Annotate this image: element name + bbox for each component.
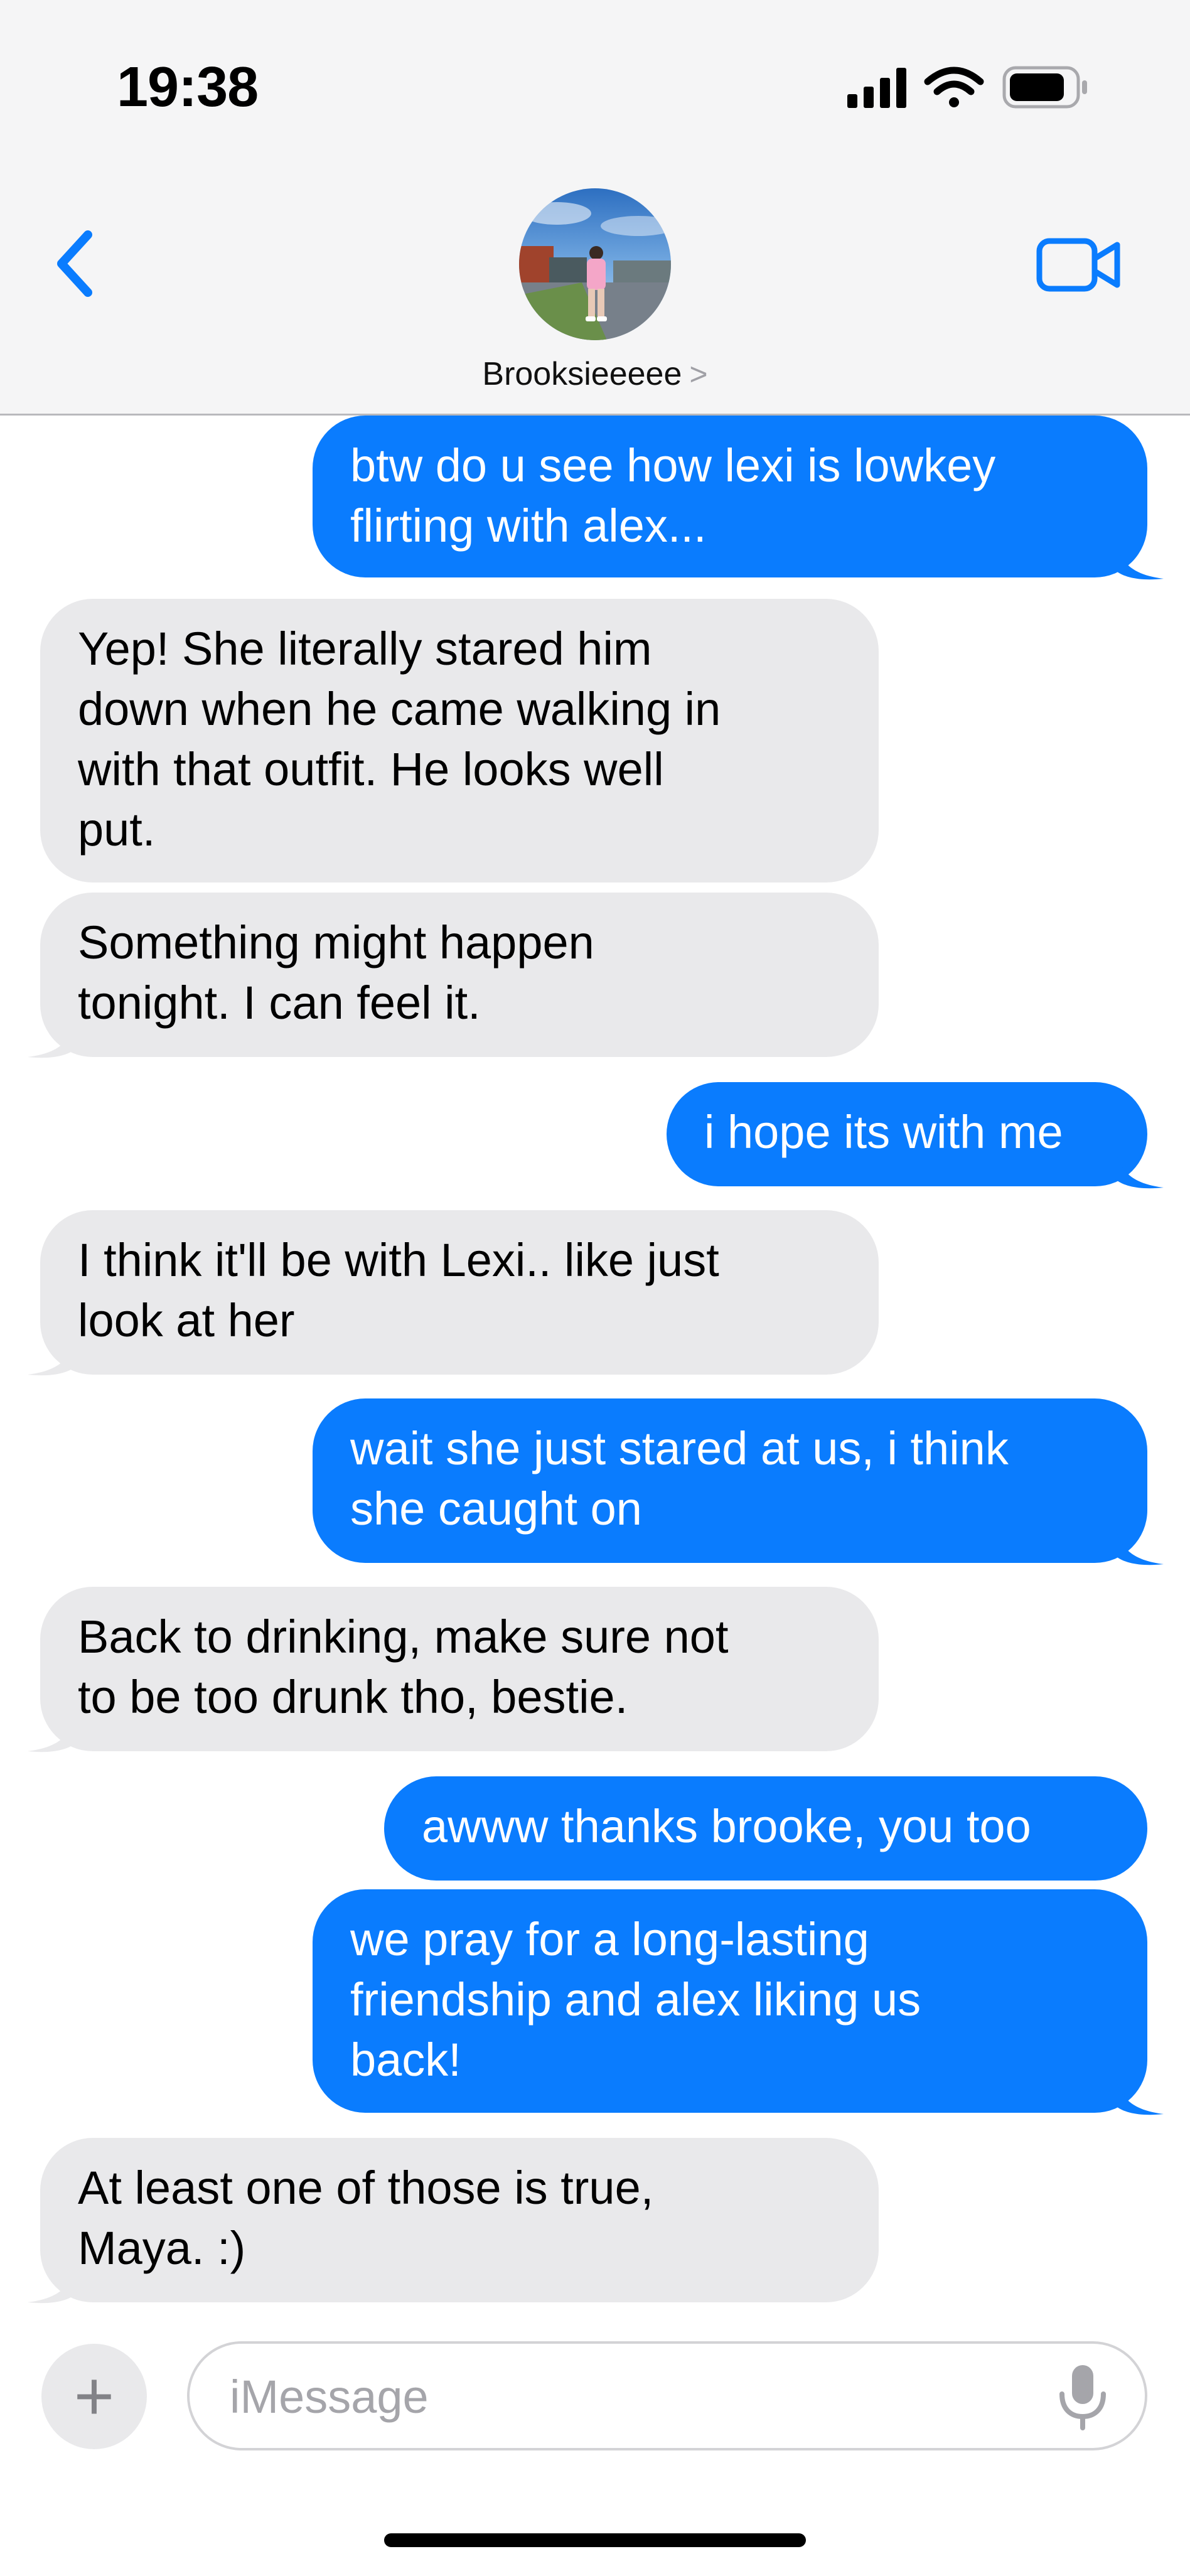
microphone-icon[interactable]: [1054, 2363, 1111, 2432]
back-button[interactable]: [44, 226, 107, 301]
video-camera-icon: [1036, 238, 1120, 292]
incoming-message-bubble[interactable]: I think it'll be with Lexi.. like just l…: [40, 1210, 879, 1375]
bubble-tail: [1115, 539, 1164, 580]
incoming-message-bubble[interactable]: Back to drinking, make sure not to be to…: [40, 1587, 879, 1751]
bubble-tail: [1115, 1147, 1164, 1189]
cellular-signal-icon: [847, 68, 906, 108]
status-time: 19:38: [117, 56, 259, 119]
battery-icon: [1002, 66, 1087, 109]
chevron-right-icon: >: [689, 357, 708, 392]
wifi-icon: [924, 67, 984, 107]
contact-name: Brooksieeeee: [482, 356, 682, 392]
bubble-tail: [28, 1711, 77, 1752]
bubble-tail: [28, 2262, 77, 2304]
outgoing-message-bubble[interactable]: i hope its with me: [667, 1082, 1147, 1186]
contact-name-button[interactable]: Brooksieeeee >: [0, 355, 1190, 393]
video-call-button[interactable]: [1036, 233, 1123, 296]
conversation-header: 19:38 Brooksieeeee >: [0, 0, 1190, 416]
outgoing-message-bubble[interactable]: awww thanks brooke, you too: [384, 1776, 1147, 1881]
bubble-tail: [28, 1334, 77, 1376]
incoming-message-bubble[interactable]: Something might happen tonight. I can fe…: [40, 893, 879, 1057]
outgoing-message-bubble[interactable]: wait she just stared at us, i think she …: [313, 1398, 1147, 1563]
incoming-message-bubble[interactable]: At least one of those is true, Maya. :): [40, 2138, 879, 2302]
avatar[interactable]: [519, 188, 671, 340]
plus-icon: +: [73, 2358, 115, 2435]
chevron-left-icon: [57, 230, 92, 297]
incoming-message-bubble[interactable]: Yep! She literally stared him down when …: [40, 599, 879, 883]
status-icons: [847, 66, 1087, 109]
message-thread[interactable]: btw do u see how lexi is lowkey flirting…: [0, 416, 1190, 2317]
bubble-tail: [1115, 1524, 1164, 1565]
home-indicator[interactable]: [384, 2533, 806, 2547]
apps-plus-button[interactable]: +: [41, 2344, 147, 2449]
bubble-tail: [28, 1017, 77, 1058]
message-input[interactable]: [228, 2361, 1016, 2432]
outgoing-message-bubble[interactable]: we pray for a long-lasting friendship an…: [313, 1889, 1147, 2113]
outgoing-message-bubble[interactable]: btw do u see how lexi is lowkey flirting…: [313, 416, 1147, 577]
message-field[interactable]: [187, 2341, 1147, 2450]
bubble-tail: [1115, 2074, 1164, 2115]
